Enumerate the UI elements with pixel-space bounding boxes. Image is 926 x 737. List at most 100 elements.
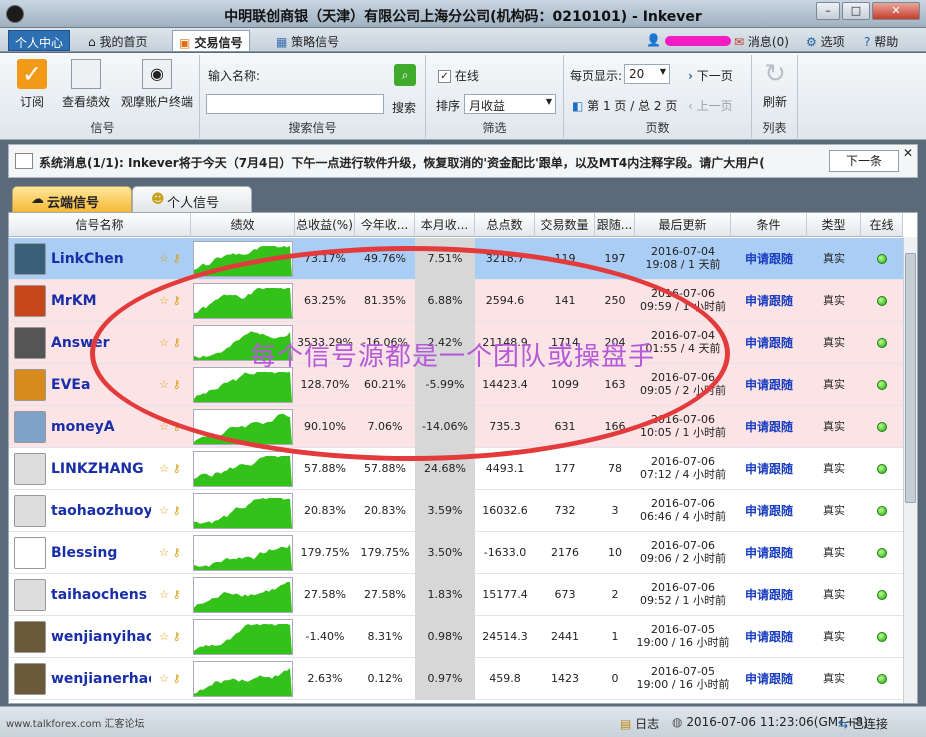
apply-follow-link[interactable]: 申请跟随 — [731, 406, 807, 448]
column-header[interactable]: 总点数 — [475, 213, 535, 237]
table-row[interactable]: EVEa ☆ ⚷ 128.70% 60.21% -5.99% 14423.4 1099 163… — [9, 364, 903, 406]
signal-name[interactable]: Blessing — [51, 532, 151, 574]
favorite-key-icons[interactable]: ☆ ⚷ — [153, 616, 187, 658]
table-row[interactable]: MrKM ☆ ⚷ 63.25% 81.35% 6.88% 2594.6 141 250 2016… — [9, 280, 903, 322]
apply-follow-link[interactable]: 申请跟随 — [731, 364, 807, 406]
watch-terminal-button[interactable]: ◉ 观摩账户终端 — [118, 59, 196, 110]
view-performance-button[interactable]: 查看绩效 — [58, 59, 114, 110]
table-row[interactable]: wenjianyihao ☆ ⚷ -1.40% 8.31% 0.98% 24514.3 24… — [9, 616, 903, 658]
group-filter-label: 筛选 — [482, 121, 507, 135]
vertical-scrollbar[interactable] — [903, 237, 917, 703]
favorite-key-icons[interactable]: ☆ ⚷ — [153, 574, 187, 616]
apply-follow-link[interactable]: 申请跟随 — [731, 238, 807, 280]
apply-follow-link[interactable]: 申请跟随 — [731, 490, 807, 532]
scrollbar-thumb[interactable] — [905, 253, 916, 503]
month-return: 6.88% — [415, 280, 475, 322]
signal-name[interactable]: wenjianerhao — [51, 658, 151, 700]
column-header[interactable]: 信号名称 — [9, 213, 191, 237]
menu-trade-signal[interactable]: ▣ 交易信号 — [172, 30, 250, 51]
tab-cloud-signal[interactable]: ☁ 云端信号 — [12, 186, 132, 212]
signal-name[interactable]: taihaochens — [51, 574, 151, 616]
next-message-button[interactable]: 下一条 — [829, 150, 899, 172]
favorite-key-icons[interactable]: ☆ ⚷ — [153, 490, 187, 532]
signal-name[interactable]: Answer — [51, 322, 151, 364]
favorite-key-icons[interactable]: ☆ ⚷ — [153, 658, 187, 700]
sort-select[interactable]: 月收益 ▼ — [464, 94, 556, 114]
column-header[interactable]: 跟随... — [595, 213, 635, 237]
apply-follow-link[interactable]: 申请跟随 — [731, 658, 807, 700]
apply-follow-link[interactable]: 申请跟随 — [731, 532, 807, 574]
prev-page-button[interactable]: ‹ 上一页 — [688, 97, 733, 114]
last-update-ago: 09:05 / 2 小时前 — [640, 384, 726, 397]
signal-name[interactable]: moneyA — [51, 406, 151, 448]
signal-name[interactable]: taohaozhuoy — [51, 490, 151, 532]
table-row[interactable]: taohaozhuoy ☆ ⚷ 20.83% 20.83% 3.59% 16032.6 73… — [9, 490, 903, 532]
log-button[interactable]: ▤ 日志 — [620, 715, 659, 732]
last-update-date: 2016-07-06 — [651, 581, 715, 594]
refresh-button[interactable]: ↻ 刷新 — [756, 59, 794, 110]
total-points: 2594.6 — [485, 294, 525, 307]
favorite-key-icons[interactable]: ☆ ⚷ — [153, 448, 187, 490]
performance-chart — [193, 409, 293, 445]
prev-page-label: 上一页 — [696, 99, 733, 113]
signal-name[interactable]: LINKZHANG — [51, 448, 151, 490]
gear-icon: ⚙ — [806, 35, 817, 49]
signal-name[interactable]: EVEa — [51, 364, 151, 406]
avatar — [14, 621, 46, 653]
tab-personal-signal[interactable]: ☻ 个人信号 — [132, 186, 252, 212]
signal-name[interactable]: LinkChen — [51, 238, 151, 280]
menu-help[interactable]: ? 帮助 — [858, 30, 904, 51]
next-page-button[interactable]: › 下一页 — [688, 67, 733, 84]
minimize-button[interactable]: – — [816, 2, 840, 20]
table-row[interactable]: moneyA ☆ ⚷ 90.10% 7.06% -14.06% 735.3 631 166 20… — [9, 406, 903, 448]
table-row[interactable]: Blessing ☆ ⚷ 179.75% 179.75% 3.50% -1633.0 217… — [9, 532, 903, 574]
favorite-key-icons[interactable]: ☆ ⚷ — [153, 322, 187, 364]
menu-strategy-signal[interactable]: ▦ 策略信号 — [270, 30, 345, 51]
subscribe-label: 订阅 — [19, 95, 44, 109]
last-update-ago: 07:12 / 4 小时前 — [640, 468, 726, 481]
table-row[interactable]: LINKZHANG ☆ ⚷ 57.88% 57.88% 24.68% 4493.1 177 7… — [9, 448, 903, 490]
menu-personal-center[interactable]: 个人中心 — [8, 30, 71, 51]
column-header[interactable]: 绩效 — [191, 213, 295, 237]
table-row[interactable]: Answer ☆ ⚷ 3533.29% -16.06% 2.42% 21148.9 1714… — [9, 322, 903, 364]
online-dot-icon — [877, 422, 887, 432]
signal-name[interactable]: wenjianyihao — [51, 616, 151, 658]
favorite-key-icons[interactable]: ☆ ⚷ — [153, 280, 187, 322]
user-account[interactable]: 👤 — [640, 30, 737, 51]
apply-follow-link[interactable]: 申请跟随 — [731, 280, 807, 322]
column-header[interactable]: 最后更新 — [635, 213, 731, 237]
table-row[interactable]: LinkChen ☆ ⚷ 73.17% 49.76% 7.51% 3218.7 119 197… — [9, 238, 903, 280]
subscribe-button[interactable]: ✓ 订阅 — [12, 59, 52, 110]
signal-name[interactable]: MrKM — [51, 280, 151, 322]
column-header[interactable]: 在线 — [861, 213, 903, 237]
per-page-select[interactable]: 20 ▼ — [624, 64, 670, 84]
close-icon[interactable]: ✕ — [903, 146, 913, 160]
apply-follow-link[interactable]: 申请跟随 — [731, 616, 807, 658]
menu-options[interactable]: ⚙ 选项 — [800, 30, 851, 51]
close-button[interactable]: ✕ — [872, 2, 920, 20]
search-input[interactable] — [206, 94, 384, 114]
column-header[interactable]: 今年收... — [355, 213, 415, 237]
favorite-key-icons[interactable]: ☆ ⚷ — [153, 532, 187, 574]
eye-icon: ◉ — [142, 59, 172, 89]
menu-home[interactable]: ⌂ 我的首页 — [82, 30, 153, 51]
column-header[interactable]: 总收益(%) — [295, 213, 355, 237]
apply-follow-link[interactable]: 申请跟随 — [731, 574, 807, 616]
search-icon[interactable]: ⌕ — [394, 64, 416, 86]
last-update-ago: 09:06 / 2 小时前 — [640, 552, 726, 565]
search-button[interactable]: 搜索 — [392, 99, 416, 116]
column-header[interactable]: 类型 — [807, 213, 861, 237]
maximize-button[interactable]: □ — [842, 2, 870, 20]
column-header[interactable]: 本月收... — [415, 213, 475, 237]
online-checkbox[interactable]: ✓ 在线 — [438, 67, 479, 84]
apply-follow-link[interactable]: 申请跟随 — [731, 448, 807, 490]
menu-message[interactable]: ✉ 消息(0) — [728, 30, 795, 51]
column-header[interactable]: 交易数量 — [535, 213, 595, 237]
favorite-key-icons[interactable]: ☆ ⚷ — [153, 364, 187, 406]
table-row[interactable]: taihaochens ☆ ⚷ 27.58% 27.58% 1.83% 15177.4 67… — [9, 574, 903, 616]
favorite-key-icons[interactable]: ☆ ⚷ — [153, 238, 187, 280]
table-row[interactable]: wenjianerhao ☆ ⚷ 2.63% 0.12% 0.97% 459.8 1423 0… — [9, 658, 903, 700]
column-header[interactable]: 条件 — [731, 213, 807, 237]
apply-follow-link[interactable]: 申请跟随 — [731, 322, 807, 364]
favorite-key-icons[interactable]: ☆ ⚷ — [153, 406, 187, 448]
